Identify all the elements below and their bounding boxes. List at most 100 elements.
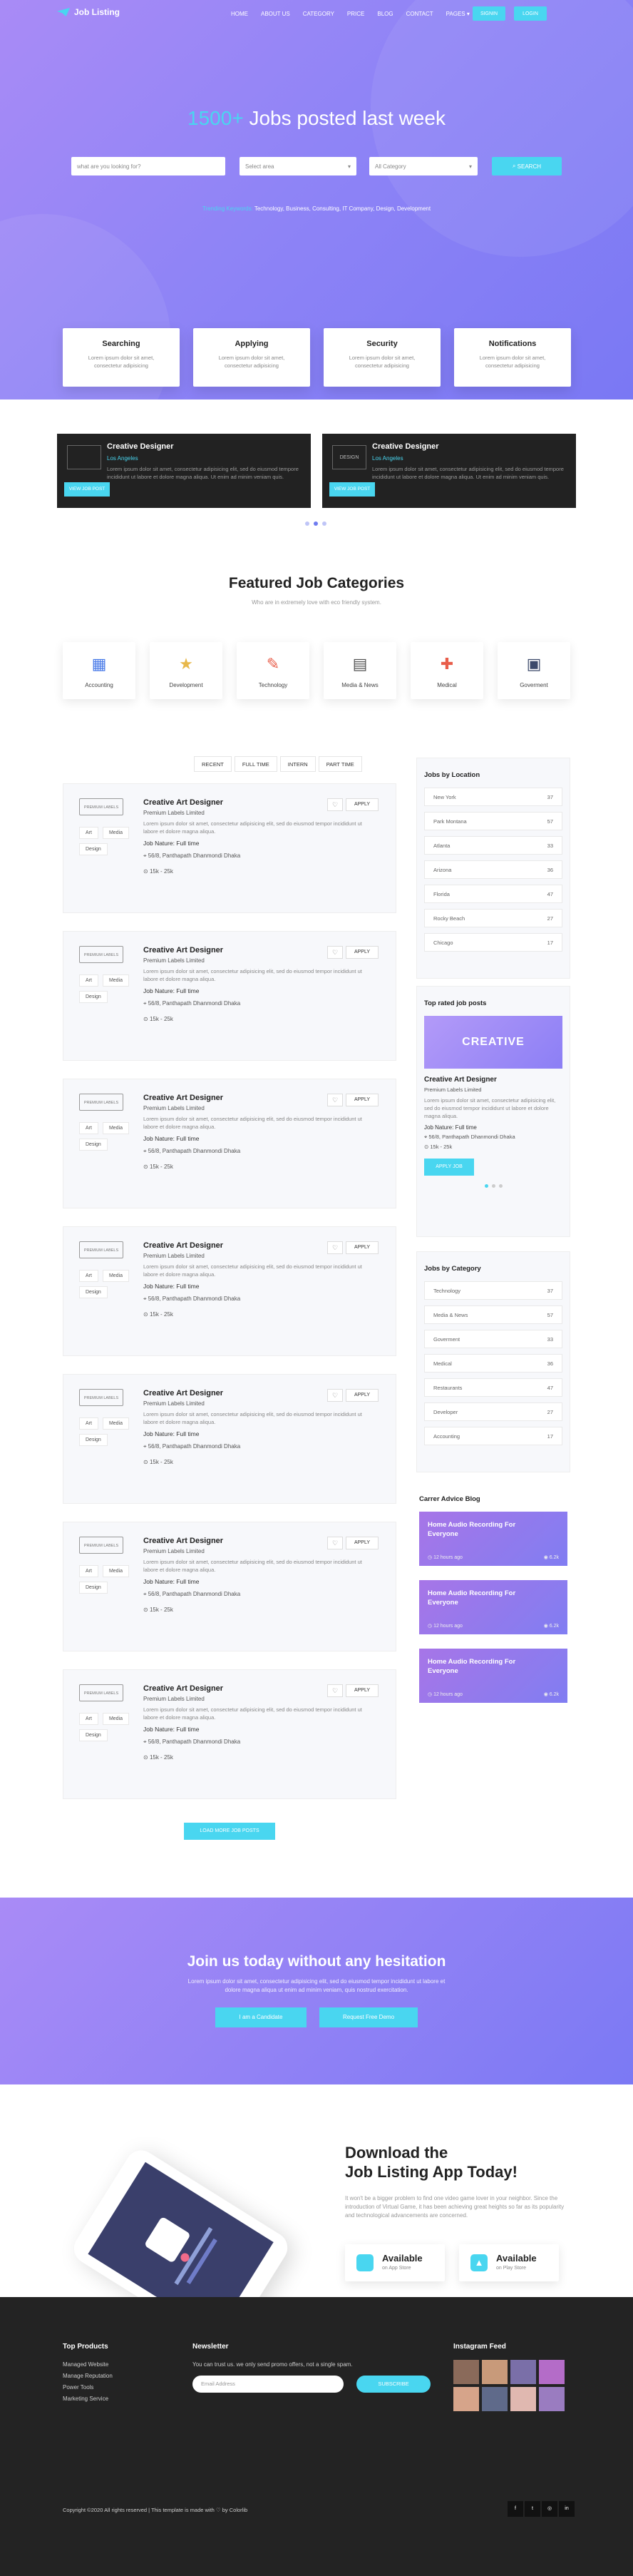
subscribe-button[interactable]: SUBSCRIBE [356, 2376, 431, 2393]
apply-button[interactable]: APPLY [346, 798, 379, 811]
load-more-button[interactable]: LOAD MORE JOB POSTS [184, 1823, 275, 1840]
job-tag[interactable]: Media [102, 974, 130, 987]
location-item[interactable]: Florida 47 [424, 885, 562, 903]
job-tag[interactable]: Art [79, 1565, 98, 1577]
job-tag[interactable]: Art [79, 827, 98, 839]
job-title[interactable]: Creative Art Designer [143, 1684, 223, 1693]
tab-full-time[interactable]: FULL TIME [234, 756, 277, 772]
instagram-photo[interactable] [482, 2387, 508, 2411]
category-development[interactable]: ★ Development [150, 642, 222, 699]
signin-button[interactable]: SIGNIN [473, 6, 505, 21]
job-tag[interactable]: Media [102, 827, 130, 839]
apply-button[interactable]: APPLY [346, 1389, 379, 1402]
slider-dot[interactable] [305, 521, 309, 526]
job-title[interactable]: Creative Art Designer [143, 1537, 223, 1545]
instagram-photo[interactable] [482, 2360, 508, 2384]
twitter-icon[interactable]: t [525, 2501, 540, 2517]
job-tag[interactable]: Art [79, 1270, 98, 1282]
category-medical[interactable]: ✚ Medical [411, 642, 483, 699]
play-store-button[interactable]: ▲ Available on Play Store [459, 2244, 559, 2281]
category-accounting[interactable]: ▦ Accounting [63, 642, 135, 699]
footer-link[interactable]: Power Tools [63, 2384, 93, 2391]
category-technology[interactable]: ✎ Technology [237, 642, 309, 699]
instagram-photo[interactable] [539, 2387, 565, 2411]
category-count-item[interactable]: Accounting 17 [424, 1427, 562, 1445]
nav-link-home[interactable]: HOME [231, 11, 248, 17]
category-government[interactable]: ▣ Goverment [498, 642, 570, 699]
tab-part-time[interactable]: PART TIME [318, 756, 362, 772]
dribbble-icon[interactable]: ◎ [542, 2501, 557, 2517]
trending-items[interactable]: Technology, Business, Consulting, IT Com… [254, 205, 431, 212]
blog-card[interactable]: Home Audio Recording For Everyone ◷ 12 ho… [419, 1512, 567, 1566]
category-count-item[interactable]: Technology 37 [424, 1281, 562, 1300]
category-count-item[interactable]: Media & News 57 [424, 1305, 562, 1324]
tab-recent[interactable]: RECENT [194, 756, 232, 772]
top-rated-job-title[interactable]: Creative Art Designer [424, 1076, 562, 1084]
slider-dot-active[interactable] [484, 1184, 488, 1188]
instagram-photo[interactable] [539, 2360, 565, 2384]
request-demo-button[interactable]: Request Free Demo [319, 2007, 418, 2027]
candidate-button[interactable]: I am a Candidate [215, 2007, 307, 2027]
job-tag[interactable]: Design [79, 1139, 108, 1151]
nav-link-price[interactable]: PRICE [347, 11, 364, 17]
job-tag[interactable]: Art [79, 1713, 98, 1725]
nav-link-pages[interactable]: PAGES ▾ [446, 11, 470, 17]
search-button[interactable]: ⌕ SEARCH [492, 157, 562, 175]
slider-dot[interactable] [498, 1184, 503, 1188]
job-title[interactable]: Creative Art Designer [143, 946, 223, 954]
heart-icon[interactable]: ♡ [327, 1241, 343, 1254]
heart-icon[interactable]: ♡ [327, 1094, 343, 1106]
area-select[interactable]: Select area ▾ [240, 157, 356, 175]
instagram-photo[interactable] [510, 2360, 536, 2384]
app-store-button[interactable]: Available on App Store [345, 2244, 445, 2281]
email-input[interactable]: Email Address [192, 2376, 344, 2393]
apply-button[interactable]: APPLY [346, 1537, 379, 1549]
apply-job-button[interactable]: APPLY JOB [424, 1159, 474, 1176]
location-item[interactable]: Arizona 36 [424, 860, 562, 879]
login-button[interactable]: LOGIN [514, 6, 547, 21]
location-item[interactable]: Atlanta 33 [424, 836, 562, 855]
instagram-photo[interactable] [510, 2387, 536, 2411]
nav-link-blog[interactable]: BLOG [377, 11, 393, 17]
nav-link-contact[interactable]: CONTACT [406, 11, 433, 17]
footer-link[interactable]: Marketing Service [63, 2396, 108, 2402]
instagram-photo[interactable] [453, 2387, 479, 2411]
job-tag[interactable]: Art [79, 974, 98, 987]
view-job-post-button[interactable]: VIEW JOB POST [329, 482, 375, 497]
job-tag[interactable]: Design [79, 1286, 108, 1298]
view-job-post-button[interactable]: VIEW JOB POST [64, 482, 110, 497]
category-count-item[interactable]: Developer 27 [424, 1402, 562, 1421]
facebook-icon[interactable]: f [508, 2501, 523, 2517]
slider-dot[interactable] [322, 521, 326, 526]
job-tag[interactable]: Media [102, 1565, 130, 1577]
slider-dot[interactable] [491, 1184, 495, 1188]
category-count-item[interactable]: Goverment 33 [424, 1330, 562, 1348]
heart-icon[interactable]: ♡ [327, 798, 343, 811]
location-item[interactable]: Rocky Beach 27 [424, 909, 562, 927]
search-input[interactable]: what are you looking for? [71, 157, 225, 175]
apply-button[interactable]: APPLY [346, 1241, 379, 1254]
job-tag[interactable]: Design [79, 1434, 108, 1446]
job-tag[interactable]: Design [79, 1582, 108, 1594]
brand-logo[interactable]: Job Listing [57, 7, 120, 17]
location-item[interactable]: New York 37 [424, 788, 562, 806]
tab-intern[interactable]: INTERN [279, 756, 316, 772]
job-tag[interactable]: Media [102, 1417, 130, 1430]
category-select[interactable]: All Category ▾ [369, 157, 478, 175]
footer-link[interactable]: Manage Reputation [63, 2373, 113, 2379]
job-title[interactable]: Creative Art Designer [143, 1241, 223, 1250]
heart-icon[interactable]: ♡ [327, 1684, 343, 1697]
apply-button[interactable]: APPLY [346, 946, 379, 959]
job-tag[interactable]: Design [79, 991, 108, 1003]
job-tag[interactable]: Art [79, 1417, 98, 1430]
nav-link-about[interactable]: ABOUT US [261, 11, 290, 17]
category-count-item[interactable]: Medical 36 [424, 1354, 562, 1373]
category-media-news[interactable]: ▤ Media & News [324, 642, 396, 699]
job-title[interactable]: Creative Art Designer [143, 1094, 223, 1102]
heart-icon[interactable]: ♡ [327, 1389, 343, 1402]
blog-card[interactable]: Home Audio Recording For Everyone ◷ 12 ho… [419, 1649, 567, 1703]
heart-icon[interactable]: ♡ [327, 946, 343, 959]
apply-button[interactable]: APPLY [346, 1094, 379, 1106]
job-tag[interactable]: Media [102, 1270, 130, 1282]
location-item[interactable]: Chicago 17 [424, 933, 562, 952]
